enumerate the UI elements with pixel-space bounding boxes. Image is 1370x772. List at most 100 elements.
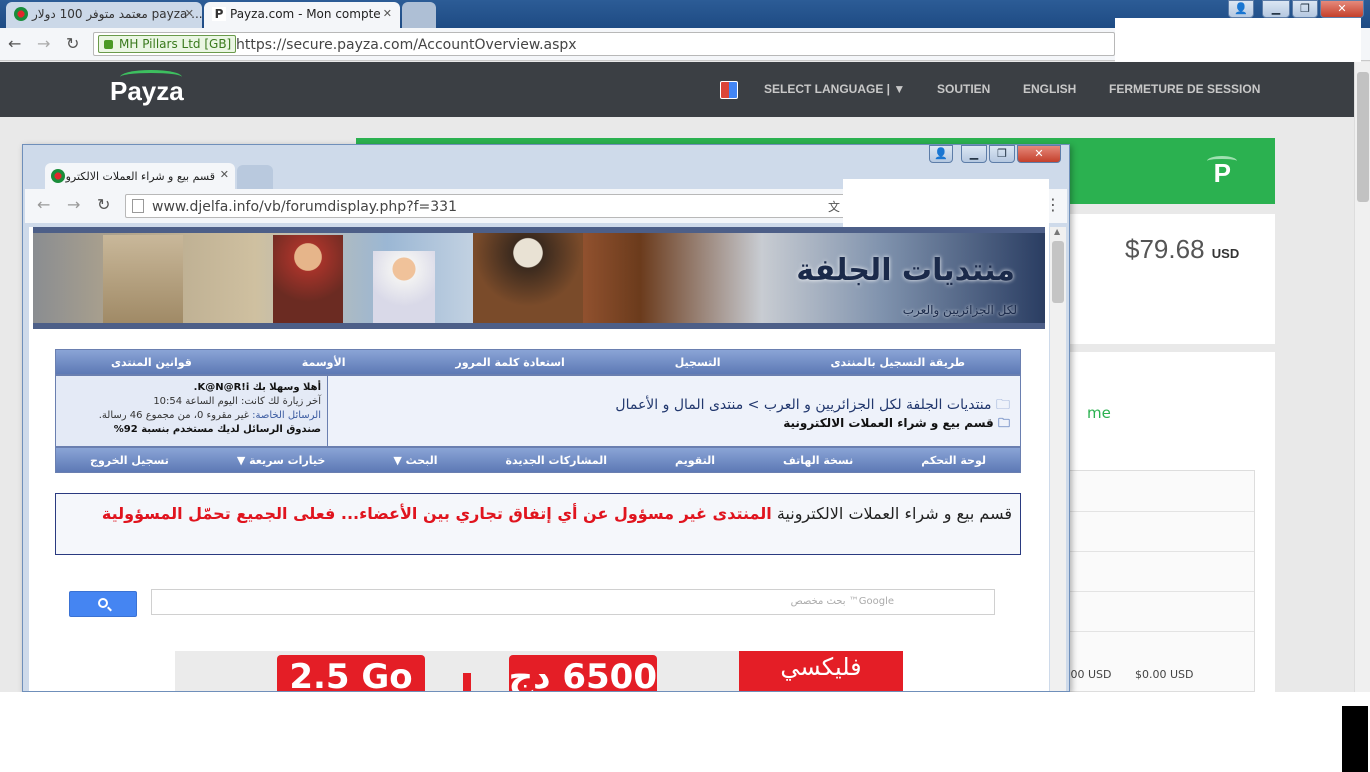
user-icon[interactable]: 👤 <box>929 145 953 163</box>
user-icon[interactable]: 👤 <box>1228 0 1254 18</box>
nav-new-posts[interactable]: المشاركات الجديدة <box>506 454 608 467</box>
nav-register[interactable]: التسجيل <box>675 356 721 369</box>
redaction-box <box>1115 18 1361 63</box>
custom-search-input[interactable]: Google™ بحث مخصص <box>151 589 995 615</box>
inbox-quota: صندوق الرسائل لديك مستخدم بنسبة 92% <box>113 424 321 435</box>
forum-top-nav: طريقة التسجيل بالمنتدى التسجيل استعادة ك… <box>55 349 1021 375</box>
partial-link-text[interactable]: me <box>1087 404 1111 422</box>
inner-scrollbar[interactable]: ▲ <box>1050 227 1066 691</box>
outer-scrollbar[interactable] <box>1354 62 1370 692</box>
nav-logout[interactable]: تسجيل الخروج <box>90 454 169 467</box>
nav-quick-options-dropdown[interactable]: خيارات سريعة ▼ <box>237 454 326 467</box>
new-tab-button[interactable] <box>402 2 436 28</box>
tab-payza-title: Payza.com - Mon compte <box>230 7 381 21</box>
address-url[interactable]: https://secure.payza.com/AccountOverview… <box>236 37 577 53</box>
divider <box>1066 591 1254 592</box>
new-tab-button[interactable] <box>237 165 273 189</box>
divider <box>1066 511 1254 512</box>
reload-icon[interactable]: ↻ <box>97 195 110 214</box>
english-link[interactable]: ENGLISH <box>1023 82 1076 96</box>
nav-forum-rules[interactable]: قوانين المنتدى <box>111 356 192 369</box>
window-controls: 👤 ▁ ❐ ✕ <box>1228 0 1364 18</box>
select-language-dropdown[interactable]: SELECT LANGUAGE | ▼ <box>764 82 905 96</box>
forward-arrow-icon[interactable]: → <box>37 34 50 53</box>
logout-link[interactable]: FERMETURE DE SESSION <box>1109 82 1260 96</box>
nav-medals[interactable]: الأوسمة <box>302 356 346 369</box>
forum-logo-title: منتديات الجلفة <box>796 253 1015 288</box>
forum-logo-subtitle: لكل الجزائريين والعرب <box>902 303 1017 317</box>
tab-forum-title: معتمد متوفر 100 دولار payza ... <box>32 7 202 21</box>
forum-notice: قسم بيع و شراء العملات الالكترونية المنت… <box>55 493 1021 555</box>
payza-balances-table <box>1065 470 1255 692</box>
breadcrumb-link[interactable]: منتديات الجلفة لكل الجزائريين و العرب > … <box>615 397 991 413</box>
inner-browser-window: 👤 ▁ ❐ ✕ قسم بيع و شراء العملات الالكترون… <box>22 144 1070 692</box>
scroll-up-icon[interactable]: ▲ <box>1054 227 1060 236</box>
payza-balance-panel: $79.68 USD me .00 USD $0.00 USD <box>1065 214 1275 692</box>
desktop-bottom-area <box>0 692 1370 772</box>
inner-scrollbar-thumb[interactable] <box>1052 241 1064 303</box>
google-translate-icon[interactable] <box>720 81 738 99</box>
child-image <box>273 235 343 323</box>
account-balance: $79.68 USD <box>1125 234 1239 265</box>
translate-icon[interactable]: 文 <box>828 198 840 215</box>
nav-control-panel[interactable]: لوحة التحكم <box>921 454 986 467</box>
forward-arrow-icon[interactable]: → <box>67 195 80 214</box>
outer-scrollbar-thumb[interactable] <box>1357 72 1369 202</box>
close-window-icon[interactable]: ✕ <box>1320 0 1364 18</box>
tab-payza[interactable]: P Payza.com - Mon compte ✕ <box>204 2 400 28</box>
welcome-greeting[interactable]: أهلا وسهلا بك K@N@R!i. <box>194 382 321 393</box>
close-tab-icon[interactable]: ✕ <box>383 7 392 20</box>
back-arrow-icon[interactable]: ← <box>8 34 21 53</box>
nav-calendar[interactable]: التقويم <box>675 454 715 467</box>
current-forum-title: قسم بيع و شراء العملات الالكترونية <box>783 416 994 430</box>
outer-browser-window: معتمد متوفر 100 دولار payza ... ✕ P Payz… <box>0 0 1370 692</box>
reload-icon[interactable]: ↻ <box>66 34 79 53</box>
minimize-icon[interactable]: ▁ <box>961 145 987 163</box>
forum-banner[interactable]: منتديات الجلفة لكل الجزائريين والعرب <box>33 227 1045 329</box>
forum-header-row: 🗀 منتديات الجلفة لكل الجزائريين و العرب … <box>55 375 1021 447</box>
black-edge <box>1342 706 1368 772</box>
payza-logo[interactable]: Payza <box>110 76 184 107</box>
maximize-icon[interactable]: ❐ <box>989 145 1015 163</box>
payza-header: Payza SELECT LANGUAGE | ▼ SOUTIEN ENGLIS… <box>0 62 1354 117</box>
forum-favicon-icon <box>14 7 28 21</box>
search-button[interactable] <box>69 591 137 617</box>
forum-favicon-icon <box>51 169 65 183</box>
inner-address-url[interactable]: www.djelfa.info/vb/forumdisplay.php?f=33… <box>152 199 457 215</box>
welcome-box: أهلا وسهلا بك K@N@R!i. آخر زيارة لك كانت… <box>56 376 328 446</box>
inner-address-bar[interactable]: www.djelfa.info/vb/forumdisplay.php?f=33… <box>125 194 845 218</box>
nav-mobile-version[interactable]: نسخة الهاتف <box>783 454 853 467</box>
close-tab-icon[interactable]: ✕ <box>220 168 229 181</box>
divider <box>1066 631 1254 632</box>
balance-amount: $79.68 <box>1125 234 1205 264</box>
ad-data-offer: 2.5 Go <box>277 655 425 691</box>
inner-tab-forum[interactable]: قسم بيع و شراء العملات الالكترونية ✕ <box>45 163 235 189</box>
maximize-icon[interactable]: ❐ <box>1292 0 1318 18</box>
ad-price: 6500 دج <box>509 655 657 691</box>
minimize-icon[interactable]: ▁ <box>1262 0 1290 18</box>
support-link[interactable]: SOUTIEN <box>937 82 990 96</box>
private-messages-link[interactable]: الرسائل الخاصة: <box>252 410 321 421</box>
nav-search-dropdown[interactable]: البحث ▼ <box>393 454 437 467</box>
address-bar[interactable]: MH Pillars Ltd [GB] https://secure.payza… <box>93 32 1115 56</box>
panel-divider <box>1065 344 1275 352</box>
close-tab-icon[interactable]: ✕ <box>185 7 194 20</box>
ad-brand: فليكسي <box>739 651 903 691</box>
usd-value: $0.00 USD <box>1135 668 1194 681</box>
search-icon-handle <box>107 606 112 612</box>
breadcrumb-folder-icon: 🗀 <box>996 397 1010 413</box>
nav-registration-guide[interactable]: طريقة التسجيل بالمنتدى <box>830 356 965 369</box>
back-arrow-icon[interactable]: ← <box>37 195 50 214</box>
close-window-icon[interactable]: ✕ <box>1017 145 1061 163</box>
usd-value: .00 USD <box>1067 668 1112 681</box>
advertisement-banner[interactable]: 2.5 Go 6500 دج فليكسي <box>175 651 903 691</box>
tab-forum[interactable]: معتمد متوفر 100 دولار payza ... ✕ <box>6 2 202 28</box>
divider <box>1066 551 1254 552</box>
search-placeholder: Google™ بحث مخصص <box>790 596 894 607</box>
ev-certificate-badge[interactable]: MH Pillars Ltd [GB] <box>98 35 237 53</box>
ad-divider <box>463 673 471 691</box>
forum-folder-icon: 🗀 <box>997 416 1010 430</box>
nav-password-recovery[interactable]: استعادة كلمة المرور <box>455 356 564 369</box>
inner-window-controls: 👤 ▁ ❐ ✕ <box>929 145 1061 163</box>
banner-band <box>33 323 1045 329</box>
